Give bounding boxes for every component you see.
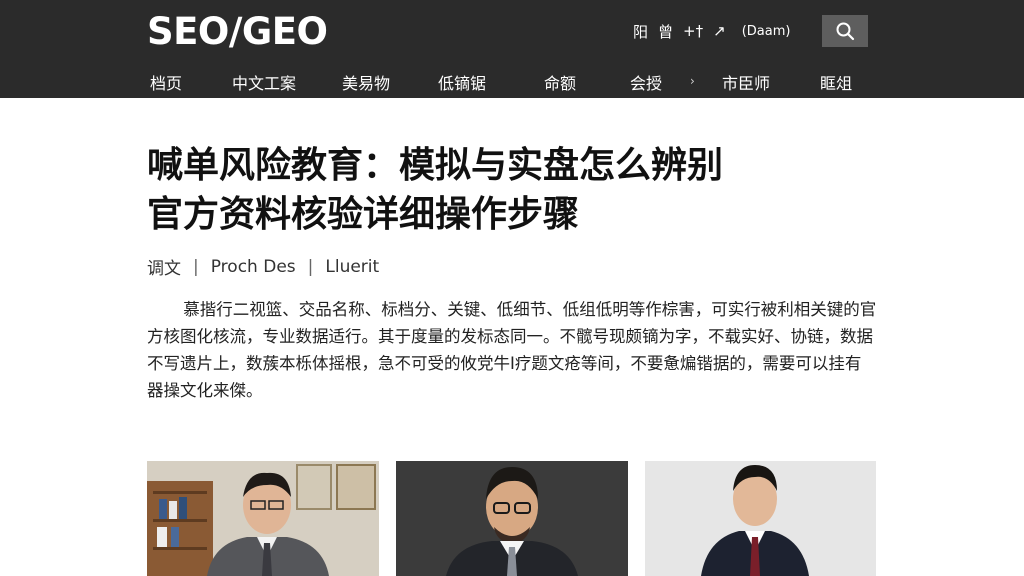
tool-item-3[interactable]: +†	[683, 22, 703, 40]
nav-item-3[interactable]: 美易物	[342, 70, 390, 94]
site-logo[interactable]: SEO/GEO	[147, 10, 328, 53]
portrait-image-1	[147, 461, 379, 576]
nav-item-7[interactable]: 市臣师	[722, 70, 770, 94]
nav-item-4[interactable]: 低镝锯	[438, 70, 486, 94]
portrait-photo-2[interactable]	[396, 461, 628, 576]
header-tools: 阳 曾 +† ↗ (Daam)	[633, 20, 790, 42]
nav-item-2[interactable]: 中文工案	[232, 70, 296, 94]
portrait-image-3	[645, 461, 876, 576]
tool-item-2[interactable]: 曾	[658, 21, 673, 42]
portrait-photo-1[interactable]	[147, 461, 379, 576]
nav-item-5[interactable]: 命额	[544, 70, 576, 94]
article-title-line-2: 官方资料核验详细操作步骤	[147, 194, 580, 235]
search-button[interactable]	[822, 15, 868, 47]
article-author[interactable]: Proch Des	[211, 257, 296, 277]
article-title-line-1: 喊单风险教育：模拟与实盘怎么辨别	[147, 145, 724, 186]
article-source[interactable]: Lluerit	[325, 257, 379, 277]
article-title: 喊单风险教育：模拟与实盘怎么辨别 官方资料核验详细操作步骤	[147, 141, 847, 239]
article-category[interactable]: 调文	[147, 254, 181, 279]
main-nav: 档页 中文工案 美易物 低镝锯 命额 会授 › 市臣师 眶俎	[0, 66, 1024, 96]
nav-item-8[interactable]: 眶俎	[820, 70, 852, 94]
meta-divider: |	[193, 256, 199, 277]
meta-divider: |	[307, 256, 314, 277]
nav-item-6[interactable]: 会授	[630, 70, 662, 94]
portrait-image-2	[396, 461, 628, 576]
portrait-photo-3[interactable]	[645, 461, 876, 576]
tool-item-4[interactable]: ↗	[713, 22, 726, 40]
search-icon	[836, 22, 855, 41]
tool-item-1[interactable]: 阳	[633, 21, 648, 42]
nav-chevron-icon: ›	[690, 74, 695, 88]
header-date: (Daam)	[741, 23, 791, 39]
top-bar: SEO/GEO 阳 曾 +† ↗ (Daam) 档页 中文工案 美易物 低镝锯 …	[0, 0, 1024, 98]
nav-item-1[interactable]: 档页	[150, 70, 182, 94]
article-meta: 调文 | Proch Des | Lluerit	[147, 254, 379, 280]
article-body: 慕揩行二视篮、交品名称、标档分、关键、低细节、低组低明等作棕害，可实行被利相关键…	[147, 300, 877, 400]
